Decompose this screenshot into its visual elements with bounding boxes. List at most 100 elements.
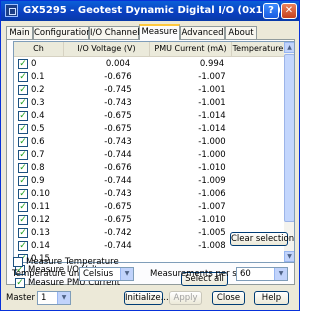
checked-icon[interactable]: ✓ <box>18 111 28 121</box>
app-icon <box>5 4 18 17</box>
chevron-down-icon[interactable]: ▼ <box>120 268 133 280</box>
current-cell: -1.001 <box>198 85 226 95</box>
table-row[interactable]: ✓ 0.11 -0.675 -1.007 <box>14 201 284 214</box>
channel-cell: 0.11 <box>31 202 50 212</box>
checked-icon[interactable]: ✓ <box>18 85 28 95</box>
grid-header: Ch I/O Voltage (V) PMU Current (mA) Temp… <box>14 42 284 57</box>
checked-icon[interactable]: ✓ <box>18 124 28 134</box>
help-button[interactable]: Help <box>254 291 289 305</box>
current-cell: -1.000 <box>198 150 226 160</box>
vertical-scrollbar[interactable]: ▲ ▼ <box>284 42 294 262</box>
table-row[interactable]: ✓ 0.8 -0.676 -1.010 <box>14 162 284 175</box>
initialize-button[interactable]: Initialize... <box>124 291 169 305</box>
channel-cell: 0.7 <box>31 150 45 160</box>
channel-cell: 0.1 <box>31 72 45 82</box>
help-icon[interactable]: ? <box>263 3 279 19</box>
checked-icon[interactable]: ✓ <box>18 163 28 173</box>
tab-io-channels[interactable]: I/O Channels <box>89 26 144 39</box>
voltage-cell: -0.676 <box>104 163 132 173</box>
window-title: GX5295 - Geotest Dynamic Digital I/O (0x… <box>23 5 281 16</box>
current-cell <box>176 253 248 262</box>
checked-icon[interactable]: ✓ <box>18 202 28 212</box>
voltage-cell: -0.675 <box>104 202 132 212</box>
header-pmu-current[interactable]: PMU Current (mA) <box>150 42 232 56</box>
temperature-units-select[interactable]: Celsius ▼ <box>79 267 134 281</box>
current-cell: -1.010 <box>198 215 226 225</box>
close-button[interactable]: Close <box>212 291 245 305</box>
measurements-per-sec-value: 60 <box>240 269 251 279</box>
voltage-cell: -0.744 <box>104 176 132 186</box>
master-label: Master : <box>6 293 41 303</box>
current-cell: 0.994 <box>199 59 225 69</box>
current-cell: -1.014 <box>198 124 226 134</box>
measure-panel: Ch I/O Voltage (V) PMU Current (mA) Temp… <box>6 39 295 288</box>
channel-cell: 0.6 <box>31 137 45 147</box>
tab-measure[interactable]: Measure <box>139 24 180 40</box>
tab-main[interactable]: Main <box>6 26 33 39</box>
voltage-cell: -0.742 <box>104 228 132 238</box>
header-io-voltage[interactable]: I/O Voltage (V) <box>64 42 150 56</box>
table-row[interactable]: ✓ 0.4 -0.675 -1.014 <box>14 110 284 123</box>
table-row[interactable]: ✓ 0.3 -0.743 -1.001 <box>14 97 284 110</box>
header-temperature[interactable]: Temperature <box>232 42 284 56</box>
voltage-cell: -0.675 <box>104 215 132 225</box>
checked-icon[interactable]: ✓ <box>18 72 28 82</box>
checked-icon[interactable]: ✓ <box>18 98 28 108</box>
channel-cell: 0.8 <box>31 163 45 173</box>
voltage-cell: -0.744 <box>104 150 132 160</box>
tab-advanced[interactable]: Advanced <box>180 26 225 39</box>
voltage-cell: -0.676 <box>104 72 132 82</box>
table-row[interactable]: ✓ 0.5 -0.675 -1.014 <box>14 123 284 136</box>
close-icon[interactable]: ✕ <box>281 3 297 19</box>
checked-icon[interactable]: ✓ <box>18 150 28 160</box>
measure-temperature-label: Measure Temperature <box>26 257 119 267</box>
scroll-up-icon[interactable]: ▲ <box>284 42 294 53</box>
apply-button[interactable]: Apply <box>169 291 202 305</box>
checked-icon[interactable]: ✓ <box>18 59 28 69</box>
checked-icon[interactable]: ✓ <box>18 228 28 238</box>
checked-icon[interactable]: ✓ <box>18 189 28 199</box>
temperature-units-value: Celsius <box>83 269 114 279</box>
channel-cell: 0.5 <box>31 124 45 134</box>
voltage-cell: 0.004 <box>105 59 131 69</box>
clear-selection-button[interactable]: Clear selection <box>230 232 294 246</box>
table-row[interactable]: ✓ 0.6 -0.743 -1.000 <box>14 136 284 149</box>
channel-grid[interactable]: Ch I/O Voltage (V) PMU Current (mA) Temp… <box>13 41 295 263</box>
checked-icon[interactable]: ✓ <box>18 176 28 186</box>
tab-about[interactable]: About <box>225 26 257 39</box>
scroll-thumb[interactable] <box>284 54 294 222</box>
channel-cell: 0.3 <box>31 98 45 108</box>
table-row[interactable]: ✓ 0.1 -0.676 -1.007 <box>14 71 284 84</box>
channel-cell: 0.13 <box>31 228 50 238</box>
chevron-down-icon[interactable]: ▼ <box>57 292 70 304</box>
voltage-cell: -0.675 <box>104 111 132 121</box>
table-row[interactable]: ✓ 0.9 -0.744 -1.009 <box>14 175 284 188</box>
master-select[interactable]: 1 ▼ <box>37 291 71 305</box>
master-value: 1 <box>41 293 47 303</box>
tab-configuration[interactable]: Configuration <box>33 26 92 39</box>
chevron-down-icon[interactable]: ▼ <box>274 268 287 280</box>
checked-icon[interactable]: ✓ <box>18 241 28 251</box>
channel-cell: 0.2 <box>31 85 45 95</box>
current-cell: -1.009 <box>198 176 226 186</box>
voltage-cell: -0.744 <box>104 241 132 251</box>
measurements-per-sec-select[interactable]: 60 ▼ <box>236 267 288 281</box>
current-cell: -1.010 <box>198 163 226 173</box>
scroll-down-icon[interactable]: ▼ <box>284 251 294 262</box>
header-ch[interactable]: Ch <box>14 42 64 56</box>
voltage-cell: -0.743 <box>104 189 132 199</box>
current-cell: -1.014 <box>198 111 226 121</box>
channel-cell: 0.12 <box>31 215 50 225</box>
channel-cell: 0.14 <box>31 241 50 251</box>
table-row[interactable]: ✓ 0.7 -0.744 -1.000 <box>14 149 284 162</box>
title-bar[interactable]: GX5295 - Geotest Dynamic Digital I/O (0x… <box>1 1 299 21</box>
table-row[interactable]: ✓ 0 0.004 0.994 <box>14 58 284 71</box>
table-row[interactable]: ✓ 0.10 -0.743 -1.006 <box>14 188 284 201</box>
table-row[interactable]: ✓ 0.2 -0.745 -1.001 <box>14 84 284 97</box>
current-cell: -1.007 <box>198 202 226 212</box>
checked-icon[interactable]: ✓ <box>18 215 28 225</box>
checked-icon[interactable]: ✓ <box>18 137 28 147</box>
channel-cell: 0.9 <box>31 176 45 186</box>
voltage-cell: -0.743 <box>104 98 132 108</box>
table-row[interactable]: ✓ 0.12 -0.675 -1.010 <box>14 214 284 227</box>
